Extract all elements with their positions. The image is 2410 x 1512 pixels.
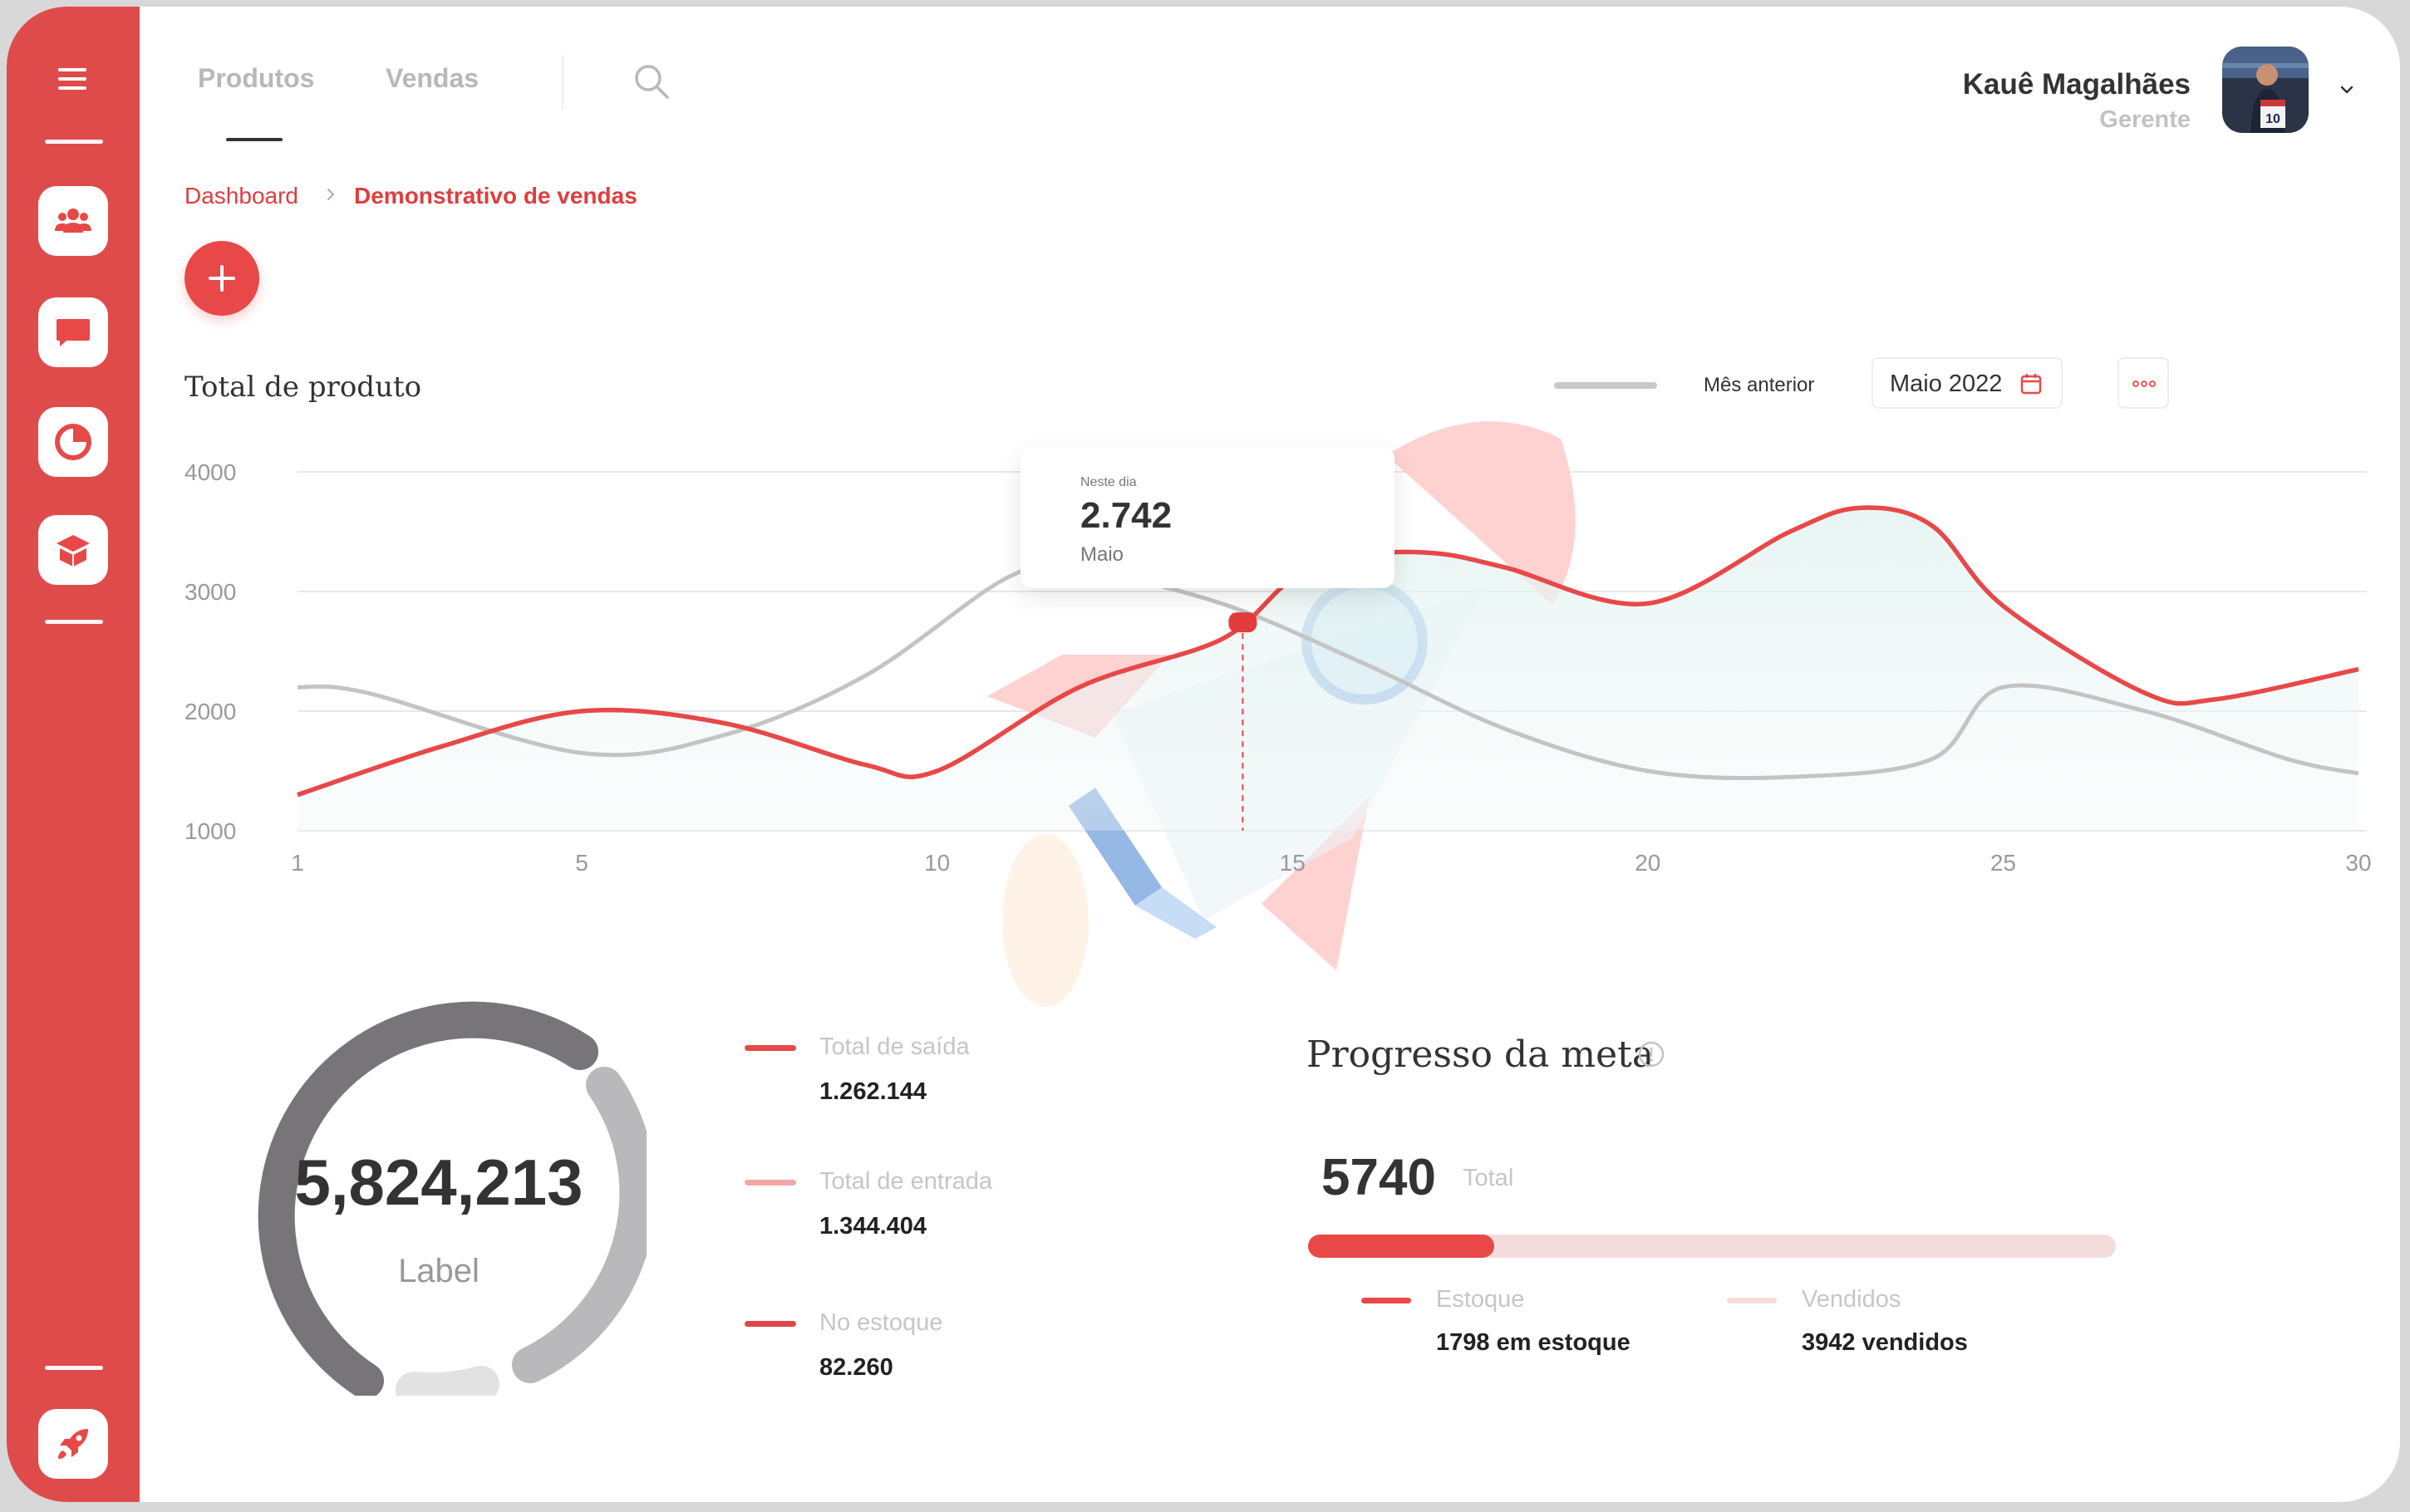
x-tick-label: 5 [575, 850, 588, 876]
x-tick-label: 30 [2345, 850, 2371, 876]
goal-legend-value-estoque: 1798 em estoque [1436, 1329, 1630, 1356]
donut-segment-pale [396, 1366, 499, 1396]
x-tick-label: 1 [291, 850, 304, 876]
goal-legend-swatch-estoque [1361, 1298, 1411, 1303]
highlight-point-marker[interactable] [1228, 612, 1257, 633]
y-tick-label: 3000 [184, 579, 236, 605]
donut-value: 5,824,213 [294, 1146, 583, 1219]
goal-total-label: Total [1463, 1165, 1514, 1191]
y-tick-label: 2000 [184, 699, 236, 724]
goal-legend-value-vendidos: 3942 vendidos [1802, 1329, 1968, 1356]
info-icon[interactable] [1637, 1040, 1665, 1068]
stat-value-estoque: 82.260 [819, 1354, 893, 1381]
chart-tooltip: Neste dia 2.742 Maio [1021, 447, 1394, 588]
app-window: Produtos Vendas Kauê Magalhães Gerente 1… [7, 7, 2400, 1502]
stat-label-entrada: Total de entrada [819, 1168, 992, 1195]
rocket-flame-shape [1002, 834, 1089, 1007]
stat-value-entrada: 1.344.404 [819, 1213, 927, 1240]
y-tick-label: 1000 [184, 818, 236, 844]
tooltip-label: Neste dia [1080, 475, 1137, 489]
goal-legend-label-estoque: Estoque [1436, 1286, 1525, 1313]
stat-label-saida: Total de saída [819, 1033, 970, 1060]
stat-swatch-entrada [745, 1180, 796, 1186]
donut-segment-light [512, 1067, 647, 1383]
tooltip-month: Maio [1080, 543, 1124, 566]
tooltip-value: 2.742 [1080, 495, 1173, 536]
donut-label: Label [398, 1253, 480, 1289]
stat-label-estoque: No estoque [819, 1309, 943, 1336]
goal-legend-label-vendidos: Vendidos [1802, 1286, 1901, 1313]
x-tick-label: 20 [1635, 850, 1660, 876]
stat-swatch-saida [745, 1045, 796, 1051]
x-tick-label: 15 [1280, 850, 1306, 876]
goal-legend-swatch-vendidos [1727, 1298, 1777, 1303]
x-tick-label: 10 [924, 850, 950, 876]
goal-progress-bar [1308, 1235, 2116, 1258]
x-tick-label: 25 [1990, 850, 2016, 876]
goal-total: 5740 [1321, 1149, 1436, 1206]
stat-value-saida: 1.262.144 [819, 1078, 927, 1105]
stat-swatch-estoque [745, 1321, 796, 1327]
y-tick-label: 4000 [184, 459, 236, 485]
goal-title: Progresso da meta [1306, 1033, 1655, 1076]
goal-progress-fill [1308, 1235, 1494, 1258]
